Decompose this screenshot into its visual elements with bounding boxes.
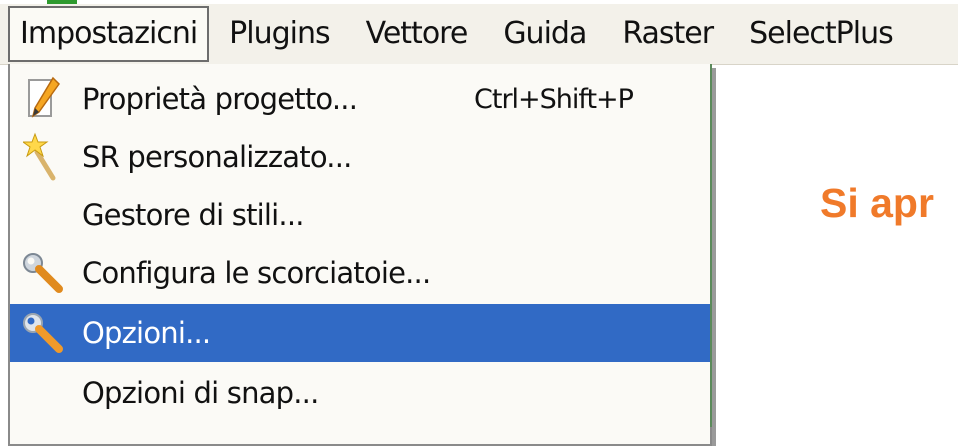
menu-raster[interactable]: Raster	[604, 8, 731, 60]
menu-item-label: SR personalizzato...	[82, 140, 352, 174]
menu-selectplus[interactable]: SelectPlus	[731, 8, 911, 60]
menu-item-label: Gestore di stili...	[82, 198, 304, 232]
caption-text: Si apr	[820, 180, 934, 226]
settings-dropdown-menu: Proprietà progetto... Ctrl+Shift+P SR pe…	[8, 64, 712, 446]
menu-item-label: Opzioni di snap...	[82, 376, 319, 410]
menubar: Impostazicni Plugins Vettore Guida Raste…	[0, 4, 958, 65]
dropdown-right-edge	[710, 64, 712, 427]
menu-item-configure-shortcuts[interactable]: Configura le scorciatoie...	[10, 244, 710, 302]
pencil-icon	[18, 70, 68, 128]
menu-guida[interactable]: Guida	[485, 8, 604, 60]
menu-item-custom-crs[interactable]: SR personalizzato...	[10, 128, 710, 186]
empty-icon-slot	[18, 364, 68, 422]
menu-item-style-manager[interactable]: Gestore di stili...	[10, 186, 710, 244]
menu-item-label: Opzioni...	[82, 316, 211, 350]
menu-impostazioni[interactable]: Impostazicni	[8, 6, 210, 62]
wrench-icon	[18, 244, 68, 302]
menu-item-label: Proprietà progetto...	[82, 82, 358, 116]
menu-item-options[interactable]: Opzioni...	[10, 304, 710, 362]
wrench-icon	[18, 304, 68, 362]
magic-wand-icon	[18, 128, 68, 186]
empty-icon-slot	[18, 186, 68, 244]
menu-item-label: Configura le scorciatoie...	[82, 256, 431, 290]
menu-vettore[interactable]: Vettore	[348, 8, 486, 60]
menu-item-project-properties[interactable]: Proprietà progetto... Ctrl+Shift+P	[10, 70, 710, 128]
shortcut-label: Ctrl+Shift+P	[474, 83, 634, 115]
menu-item-snapping-options[interactable]: Opzioni di snap...	[10, 364, 710, 422]
menu-plugins[interactable]: Plugins	[209, 8, 347, 60]
